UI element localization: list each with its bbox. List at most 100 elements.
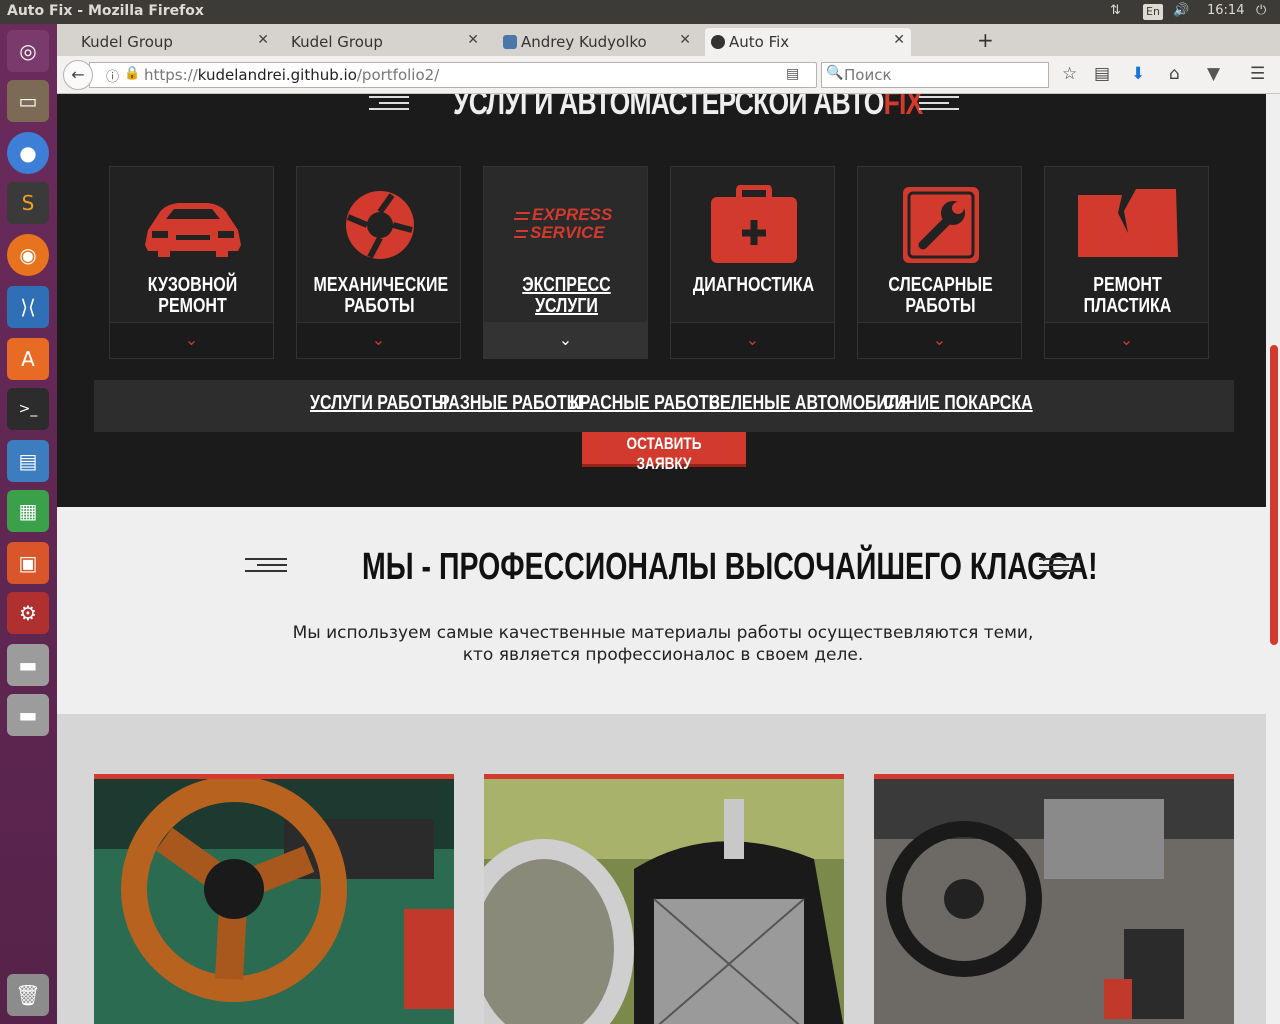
steering-wheel-photo: [94, 774, 454, 1024]
tab-kudel-group-2[interactable]: Kudel Group ✕: [279, 28, 485, 56]
svg-text:SERVICE: SERVICE: [530, 223, 605, 242]
trash-icon[interactable]: 🗑: [7, 974, 49, 1016]
firefox-icon[interactable]: ◉: [7, 234, 49, 276]
writer-icon[interactable]: ▤: [7, 440, 49, 482]
first-aid-kit-icon: [671, 185, 836, 265]
tab-label: Kudel Group: [81, 33, 173, 51]
race-car-interior-photo: [874, 774, 1234, 1024]
search-icon: 🔍: [826, 65, 844, 81]
search-input[interactable]: 🔍 Поиск: [821, 62, 1049, 88]
system-top-bar: Auto Fix - Mozilla Firefox ⇅ En 🔊 16:14 …: [0, 0, 1280, 24]
info-icon[interactable]: ⓘ: [106, 66, 119, 85]
service-card-plastic-repair[interactable]: РЕМОНТ ПЛАСТИКА ⌄: [1044, 166, 1209, 359]
gear-icon: [297, 185, 462, 265]
vintage-car-grille-photo: [484, 774, 844, 1024]
express-service-icon: EXPRESS SERVICE: [484, 185, 649, 265]
professionals-text: Мы используем самые качественные материа…: [292, 623, 1034, 665]
service-card-label: РЕМОНТ ПЛАСТИКА: [1083, 274, 1172, 317]
subnav-link[interactable]: РАЗНЫЕ РАБОТЫ: [439, 392, 582, 415]
title-decoration-right: [1039, 558, 1081, 578]
service-card-body-repair[interactable]: КУЗОВНОЙ РЕМОНТ ⌄: [109, 166, 274, 359]
chevron-down-icon[interactable]: ⌄: [110, 322, 273, 358]
close-tab-icon[interactable]: ✕: [679, 32, 691, 48]
tab-label: Andrey Kudyolko: [521, 33, 647, 51]
wrench-icon: [858, 185, 1023, 265]
subnav-link[interactable]: СИНИЕ ПОКАРСКА: [883, 392, 1033, 415]
network-icon[interactable]: ⇅: [1110, 3, 1121, 18]
url-bar[interactable]: ⓘ 🔒 https://kudelandrei.github.io/portfo…: [89, 62, 833, 88]
ubuntu-dash-icon[interactable]: ◎: [7, 30, 49, 72]
drive-icon[interactable]: ▬: [7, 644, 49, 686]
service-card-label: ДИАГНОСТИКА: [692, 274, 815, 296]
menu-icon[interactable]: ☰: [1250, 64, 1265, 84]
close-tab-icon[interactable]: ✕: [257, 32, 269, 48]
services-section: УСЛУГИ АВТОМАСТЕРСКОЙ АВТОFIX КУЗОВНОЙ Р…: [57, 94, 1266, 507]
lock-icon: 🔒: [124, 66, 141, 81]
back-button[interactable]: ←: [63, 60, 93, 90]
chevron-down-icon[interactable]: ⌄: [1045, 322, 1208, 358]
subnav-link[interactable]: УСЛУГИ РАБОТЫ: [310, 392, 448, 415]
terminal-icon[interactable]: >_: [7, 388, 49, 430]
services-title: УСЛУГИ АВТОМАСТЕРСКОЙ АВТОFIX: [453, 94, 923, 122]
chevron-down-icon[interactable]: ⌄: [484, 322, 647, 358]
tab-andrey-kudyolko[interactable]: Andrey Kudyolko ✕: [497, 28, 697, 56]
chevron-down-icon[interactable]: ⌄: [858, 322, 1021, 358]
downloads-icon[interactable]: ⬇: [1131, 64, 1145, 84]
service-card-label: КУЗОВНОЙ РЕМОНТ: [147, 274, 238, 317]
professionals-title: МЫ - ПРОФЕССИОНАЛЫ ВЫСОЧАЙШЕГО КЛАССА!: [362, 546, 1098, 588]
services-subnav: УСЛУГИ РАБОТЫ РАЗНЫЕ РАБОТЫ КРАСНЫЕ РАБО…: [94, 380, 1234, 432]
tab-auto-fix[interactable]: Auto Fix ✕: [705, 28, 911, 56]
page-content: УСЛУГИ АВТОМАСТЕРСКОЙ АВТОFIX КУЗОВНОЙ Р…: [57, 94, 1266, 1024]
tab-kudel-group-1[interactable]: Kudel Group ✕: [57, 28, 275, 56]
launcher: ◎ ▭ ● S ◉ ⟩⟨ A >_ ▤ ▦ ▣ ⚙ ▬ ▬ 🗑: [0, 24, 57, 1024]
window-title: Auto Fix - Mozilla Firefox: [7, 3, 204, 19]
service-card-mechanical[interactable]: МЕХАНИЧЕСКИЕ РАБОТЫ ⌄: [296, 166, 461, 359]
bookmark-star-icon[interactable]: ☆: [1062, 64, 1077, 84]
service-card-locksmith[interactable]: СЛЕСАРНЫЕ РАБОТЫ ⌄: [857, 166, 1022, 359]
gallery-section: [57, 714, 1266, 1024]
order-button[interactable]: ОСТАВИТЬ ЗАЯВКУ: [582, 432, 746, 473]
search-placeholder: Поиск: [844, 66, 892, 84]
tab-label: Auto Fix: [729, 33, 790, 51]
chevron-down-icon[interactable]: ⌄: [297, 322, 460, 358]
subnav-link[interactable]: КРАСНЫЕ РАБОТЫ: [570, 392, 724, 415]
home-icon[interactable]: ⌂: [1169, 64, 1180, 84]
impress-icon[interactable]: ▣: [7, 542, 49, 584]
power-icon[interactable]: ⏻: [1256, 3, 1266, 18]
drive-icon[interactable]: ▬: [7, 694, 49, 736]
pocket-icon[interactable]: ▼: [1207, 64, 1220, 84]
svg-text:EXPRESS: EXPRESS: [532, 205, 613, 224]
navigation-bar: ⓘ 🔒 https://kudelandrei.github.io/portfo…: [57, 56, 1280, 94]
car-icon: [110, 185, 275, 265]
bookmarks-menu-icon[interactable]: ▤: [1094, 64, 1110, 84]
service-card-diagnostics[interactable]: ДИАГНОСТИКА ⌄: [670, 166, 835, 359]
broken-panel-icon: [1045, 185, 1210, 265]
system-settings-icon[interactable]: ⚙: [7, 592, 49, 634]
new-tab-icon[interactable]: +: [977, 28, 994, 52]
reader-view-icon[interactable]: ▤: [786, 66, 799, 82]
keyboard-layout-indicator[interactable]: En: [1143, 4, 1163, 20]
title-decoration-right: [919, 96, 959, 116]
vscode-icon[interactable]: ⟩⟨: [7, 286, 49, 328]
url-text: https://kudelandrei.github.io/portfolio2…: [144, 66, 440, 84]
vk-icon: [503, 35, 517, 49]
volume-icon[interactable]: 🔊: [1173, 3, 1189, 18]
sublime-text-icon[interactable]: S: [7, 182, 49, 224]
close-tab-icon[interactable]: ✕: [893, 32, 905, 48]
service-card-label: МЕХАНИЧЕСКИЕ РАБОТЫ: [313, 274, 449, 317]
chromium-icon[interactable]: ●: [7, 132, 49, 174]
software-center-icon[interactable]: A: [7, 338, 49, 380]
close-tab-icon[interactable]: ✕: [467, 32, 479, 48]
service-card-express[interactable]: EXPRESS SERVICE ЭКСПРЕСС УСЛУГИ ⌄: [483, 166, 648, 359]
clock[interactable]: 16:14: [1207, 3, 1244, 18]
chevron-down-icon[interactable]: ⌄: [671, 322, 834, 358]
tab-label: Kudel Group: [291, 33, 383, 51]
subnav-link[interactable]: ЗЕЛЕНЫЕ АВТОМОБИЛЯ: [710, 392, 911, 415]
tab-bar: Kudel Group ✕ Kudel Group ✕ Andrey Kudyo…: [57, 24, 1280, 56]
autofix-favicon-icon: [711, 35, 725, 49]
service-card-label: СЛЕСАРНЫЕ РАБОТЫ: [888, 274, 993, 317]
calc-icon[interactable]: ▦: [7, 490, 49, 532]
files-icon[interactable]: ▭: [7, 80, 49, 122]
title-decoration-left: [369, 96, 409, 116]
scrollbar-thumb[interactable]: [1270, 345, 1278, 645]
